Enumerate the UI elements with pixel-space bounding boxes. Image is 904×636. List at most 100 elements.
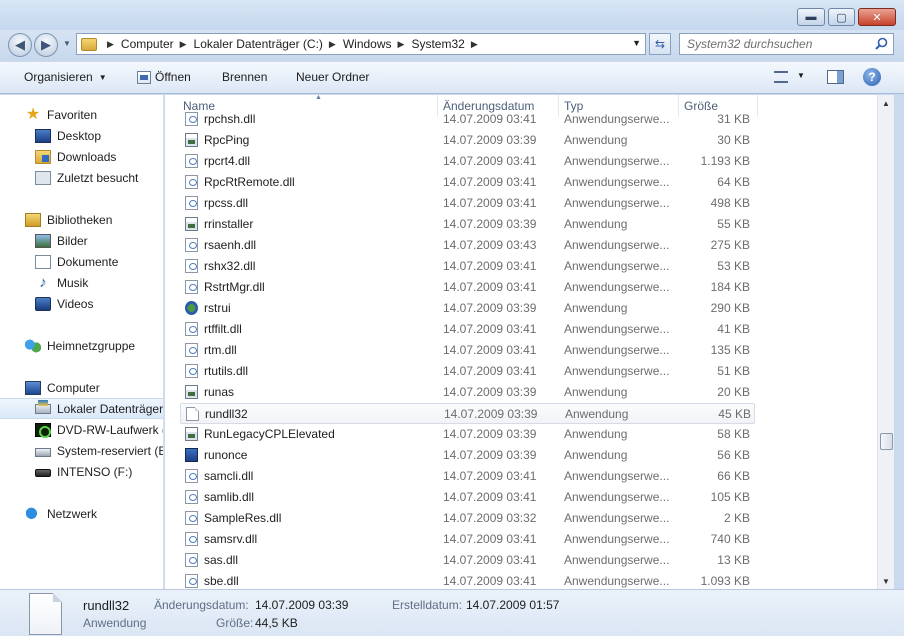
- chevron-right-icon[interactable]: ▶: [180, 39, 187, 50]
- open-label: Öffnen: [155, 70, 191, 84]
- sidebar-item-favorites[interactable]: ★ Favoriten: [0, 104, 163, 125]
- file-name: rpcss.dll: [204, 196, 249, 210]
- sidebar-item-drive-c[interactable]: Lokaler Datenträger: [0, 398, 163, 419]
- sidebar-item-documents[interactable]: Dokumente: [0, 251, 163, 272]
- file-row[interactable]: rtm.dll 14.07.2009 03:41 Anwendungserwe...…: [180, 340, 755, 361]
- file-row[interactable]: RpcPing 14.07.2009 03:39 Anwendung 30 KB: [180, 130, 755, 151]
- burn-button[interactable]: Brennen: [222, 70, 267, 84]
- file-row[interactable]: rundll32 14.07.2009 03:39 Anwendung 45 KB: [180, 403, 755, 424]
- file-row[interactable]: rrinstaller 14.07.2009 03:39 Anwendung 55 K…: [180, 214, 755, 235]
- sidebar-item-recent[interactable]: Zuletzt besucht: [0, 167, 163, 188]
- minimize-button[interactable]: ▬: [797, 8, 825, 26]
- help-icon[interactable]: ?: [863, 68, 881, 86]
- file-row[interactable]: RstrtMgr.dll 14.07.2009 03:41 Anwendungser…: [180, 277, 755, 298]
- chevron-right-icon[interactable]: ▶: [398, 39, 405, 50]
- search-box[interactable]: [679, 33, 894, 55]
- scroll-up-icon[interactable]: ▲: [878, 95, 894, 111]
- dvd-drive-icon: [35, 422, 51, 438]
- file-size: 184 KB: [710, 280, 750, 294]
- forward-button[interactable]: ▶: [34, 33, 58, 57]
- file-row[interactable]: rtutils.dll 14.07.2009 03:41 Anwendungserw…: [180, 361, 755, 382]
- file-row[interactable]: sbe.dll 14.07.2009 03:41 Anwendungserwe...…: [180, 571, 755, 589]
- crumb-windows[interactable]: Windows: [343, 37, 392, 51]
- scrollbar-thumb[interactable]: [880, 433, 893, 450]
- file-row[interactable]: rstrui 14.07.2009 03:39 Anwendung 290 KB: [180, 298, 755, 319]
- file-row[interactable]: rshx32.dll 14.07.2009 03:41 Anwendungserwe…: [180, 256, 755, 277]
- address-bar[interactable]: ▶ Computer ▶ Lokaler Datenträger (C:) ▶ …: [76, 33, 646, 55]
- close-button[interactable]: ✕: [858, 8, 896, 26]
- file-size: 66 KB: [717, 469, 750, 483]
- file-name: rtffilt.dll: [204, 322, 242, 336]
- file-type: Anwendung: [564, 427, 628, 441]
- file-size: 290 KB: [710, 301, 750, 315]
- file-type: Anwendungserwe...: [564, 364, 670, 378]
- file-row[interactable]: RunLegacyCPLElevated 14.07.2009 03:39 Anwe…: [180, 424, 755, 445]
- crumb-drive-c[interactable]: Lokaler Datenträger (C:): [194, 37, 323, 51]
- sidebar-item-label: Desktop: [57, 128, 102, 143]
- arrow-left-icon: ◀: [15, 37, 25, 52]
- file-size: 41 KB: [717, 322, 750, 336]
- file-row[interactable]: rsaenh.dll 14.07.2009 03:43 Anwendungserwe…: [180, 235, 755, 256]
- file-size: 31 KB: [717, 112, 750, 126]
- sidebar-item-libraries[interactable]: Bibliotheken: [0, 209, 163, 230]
- sidebar-item-desktop[interactable]: Desktop: [0, 125, 163, 146]
- sidebar-item-system-reserved[interactable]: System-reserviert (E:: [0, 440, 163, 461]
- file-type: Anwendungserwe...: [564, 511, 670, 525]
- back-button[interactable]: ◀: [8, 33, 32, 57]
- navigation-pane: ★ Favoriten Desktop Downloads Zuletzt be…: [0, 95, 164, 589]
- music-icon: ♪: [39, 273, 47, 291]
- maximize-button[interactable]: ▢: [828, 8, 855, 26]
- dll-icon: [185, 196, 198, 210]
- search-icon[interactable]: [875, 37, 888, 50]
- file-row[interactable]: runas 14.07.2009 03:39 Anwendung 20 KB: [180, 382, 755, 403]
- file-row[interactable]: runonce 14.07.2009 03:39 Anwendung 56 KB: [180, 445, 755, 466]
- file-row[interactable]: samsrv.dll 14.07.2009 03:41 Anwendungserwe…: [180, 529, 755, 550]
- details-pane: rundll32 Anwendung Änderungsdatum: 14.07…: [0, 589, 904, 636]
- open-button[interactable]: Öffnen: [137, 70, 191, 84]
- search-input[interactable]: [680, 34, 865, 54]
- detail-modified-value: 14.07.2009 03:39: [255, 598, 349, 612]
- videos-icon: [35, 296, 51, 311]
- file-row[interactable]: samlib.dll 14.07.2009 03:41 Anwendungserwe…: [180, 487, 755, 508]
- crumb-system32[interactable]: System32: [411, 37, 464, 51]
- crumb-computer[interactable]: Computer: [121, 37, 174, 51]
- file-row[interactable]: rpcrt4.dll 14.07.2009 03:41 Anwendungserwe…: [180, 151, 755, 172]
- file-row[interactable]: rpchsh.dll 14.07.2009 03:41 Anwendungserwe…: [180, 109, 755, 130]
- recent-pages-dropdown[interactable]: ▼: [63, 39, 71, 48]
- view-options-icon[interactable]: [774, 71, 788, 83]
- sidebar-item-computer[interactable]: Computer: [0, 377, 163, 398]
- file-row[interactable]: rtffilt.dll 14.07.2009 03:41 Anwendungserw…: [180, 319, 755, 340]
- sidebar-item-music[interactable]: ♪ Musik: [0, 272, 163, 293]
- sidebar-item-label: Computer: [47, 380, 100, 395]
- address-dropdown-icon[interactable]: ▼: [632, 38, 641, 48]
- chevron-right-icon[interactable]: ▶: [107, 39, 114, 50]
- sidebar-item-intenso[interactable]: INTENSO (F:): [0, 461, 163, 482]
- sidebar-item-dvd-drive[interactable]: DVD-RW-Laufwerk (: [0, 419, 163, 440]
- sort-ascending-icon: ▲: [315, 95, 322, 101]
- file-row[interactable]: samcli.dll 14.07.2009 03:41 Anwendungserwe…: [180, 466, 755, 487]
- sidebar-item-pictures[interactable]: Bilder: [0, 230, 163, 251]
- file-name: sas.dll: [204, 553, 239, 567]
- preview-pane-icon[interactable]: [827, 70, 844, 84]
- new-folder-button[interactable]: Neuer Ordner: [296, 70, 369, 84]
- file-row[interactable]: SampleRes.dll 14.07.2009 03:32 Anwendungse…: [180, 508, 755, 529]
- file-type: Anwendungserwe...: [564, 112, 670, 126]
- sidebar-item-downloads[interactable]: Downloads: [0, 146, 163, 167]
- file-size: 135 KB: [710, 343, 750, 357]
- sidebar-item-homegroup[interactable]: Heimnetzgruppe: [0, 335, 163, 356]
- organize-button[interactable]: Organisieren ▼: [24, 70, 107, 84]
- file-row[interactable]: RpcRtRemote.dll 14.07.2009 03:41 Anwendung…: [180, 172, 755, 193]
- view-dropdown-icon[interactable]: ▼: [797, 71, 805, 80]
- dll-icon: [185, 175, 198, 189]
- refresh-button[interactable]: ⇆: [649, 33, 671, 55]
- file-row[interactable]: rpcss.dll 14.07.2009 03:41 Anwendungserwe.…: [180, 193, 755, 214]
- vertical-scrollbar[interactable]: ▲ ▼: [877, 95, 894, 589]
- sidebar-item-videos[interactable]: Videos: [0, 293, 163, 314]
- file-type: Anwendungserwe...: [564, 154, 670, 168]
- scroll-down-icon[interactable]: ▼: [878, 573, 894, 589]
- sidebar-item-network[interactable]: Netzwerk: [0, 503, 163, 524]
- chevron-right-icon[interactable]: ▶: [471, 39, 478, 50]
- sidebar-item-label: Favoriten: [47, 107, 98, 122]
- chevron-right-icon[interactable]: ▶: [329, 39, 336, 50]
- file-row[interactable]: sas.dll 14.07.2009 03:41 Anwendungserwe...…: [180, 550, 755, 571]
